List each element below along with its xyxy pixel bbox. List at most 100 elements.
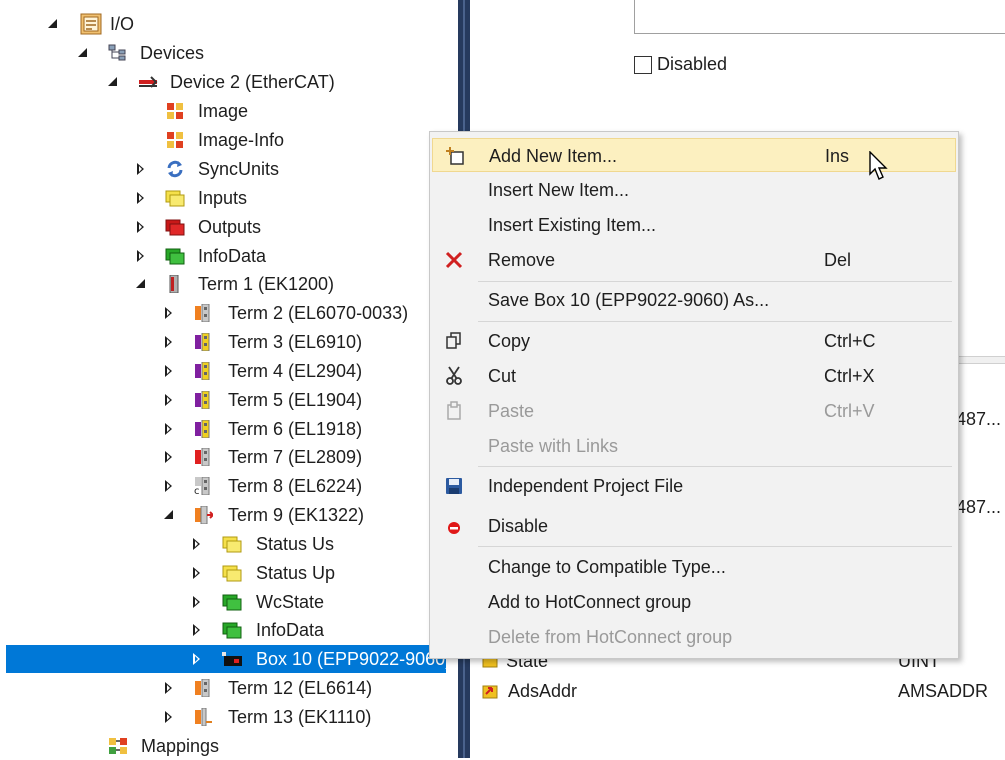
menu-item-shortcut: Ins: [825, 146, 850, 166]
tree-item-label: InfoData: [256, 620, 325, 640]
menu-item-label: Insert Existing Item...: [488, 215, 657, 235]
tree-item-mappings[interactable]: Mappings: [0, 732, 458, 760]
collapse-arrow-icon[interactable]: [134, 270, 148, 298]
disabled-checkbox-label: Disabled: [657, 54, 728, 74]
expand-arrow-icon[interactable]: [134, 155, 148, 183]
menu-item-add-hotconnect[interactable]: Add to HotConnect group: [432, 585, 956, 619]
box-icon: [222, 652, 242, 666]
expand-arrow-icon[interactable]: [134, 184, 148, 212]
terminal-comm-icon: c: [194, 477, 210, 495]
tree-item-term-2[interactable]: Term 2 (EL6070-0033): [0, 299, 458, 327]
expand-arrow-icon[interactable]: [190, 616, 204, 644]
expand-arrow-icon[interactable]: [162, 443, 176, 471]
expand-arrow-icon[interactable]: [190, 559, 204, 587]
tree-item-image-info[interactable]: Image-Info: [0, 126, 458, 154]
save-disk-icon: [446, 478, 462, 494]
expand-arrow-icon[interactable]: [162, 415, 176, 443]
expand-arrow-icon[interactable]: [162, 328, 176, 356]
expand-arrow-icon[interactable]: [190, 588, 204, 616]
tree-item-device-2[interactable]: Device 2 (EtherCAT): [0, 68, 458, 96]
menu-item-copy[interactable]: Copy Ctrl+C: [432, 324, 956, 358]
expand-arrow-icon[interactable]: [162, 674, 176, 702]
expand-arrow-icon[interactable]: [162, 703, 176, 731]
tree-item-label: Term 6 (EL1918): [228, 419, 363, 439]
tree-item-label: Mappings: [141, 736, 220, 756]
menu-item-independent-project-file[interactable]: Independent Project File: [432, 469, 956, 503]
menu-item-label: Insert New Item...: [488, 180, 630, 200]
description-textbox[interactable]: [634, 0, 1005, 34]
menu-item-shortcut: Ctrl+X: [824, 366, 875, 386]
scissors-icon: [446, 366, 462, 385]
expand-arrow-icon[interactable]: [134, 242, 148, 270]
tree-item-infodata-sub[interactable]: InfoData: [0, 616, 458, 644]
menu-item-label: Add New Item...: [489, 146, 618, 166]
infodata-folder-icon: [222, 622, 242, 639]
tree-item-term-8[interactable]: c Term 8 (EL6224): [0, 472, 458, 500]
tree-item-inputs[interactable]: Inputs: [0, 184, 458, 212]
tree-item-term-13[interactable]: Term 13 (EK1110): [0, 703, 458, 731]
menu-separator: [478, 321, 952, 322]
menu-item-insert-existing-item[interactable]: Insert Existing Item...: [432, 208, 956, 242]
disabled-checkbox[interactable]: [634, 56, 652, 74]
image-info-icon: [167, 132, 183, 148]
solution-tree: I/O Devices Device 2 (EtherCAT) Image Im…: [0, 0, 458, 758]
menu-item-save-box-as[interactable]: Save Box 10 (EPP9022-9060) As...: [432, 283, 956, 317]
infodata-folder-icon: [165, 248, 185, 265]
tree-item-term-1[interactable]: Term 1 (EK1200): [0, 270, 458, 298]
image-icon: [167, 103, 183, 119]
expand-arrow-icon[interactable]: [134, 213, 148, 241]
ethercat-extension-icon: [195, 506, 213, 524]
tree-item-status-up[interactable]: Status Up: [0, 559, 458, 587]
collapse-arrow-icon[interactable]: [162, 501, 176, 529]
expand-arrow-icon[interactable]: [162, 472, 176, 500]
tree-item-box-10[interactable]: Box 10 (EPP9022-9060): [6, 645, 451, 673]
tree-item-image[interactable]: Image: [0, 97, 458, 125]
tree-item-infodata[interactable]: InfoData: [0, 242, 458, 270]
io-folder-icon: [80, 13, 102, 35]
menu-item-paste[interactable]: Paste Ctrl+V: [432, 394, 956, 428]
expand-arrow-icon[interactable]: [162, 386, 176, 414]
mouse-cursor-icon: [869, 151, 888, 180]
mappings-icon: [109, 738, 127, 754]
menu-item-remove[interactable]: Remove Del: [432, 243, 956, 277]
tree-item-outputs[interactable]: Outputs: [0, 213, 458, 241]
tree-item-term-5[interactable]: Term 5 (EL1904): [0, 386, 458, 414]
tree-item-label: Device 2 (EtherCAT): [170, 72, 335, 92]
tree-item-status-us[interactable]: Status Us: [0, 530, 458, 558]
menu-item-label: Paste with Links: [488, 436, 619, 456]
terminal-purple-icon: [195, 333, 210, 351]
menu-item-disable[interactable]: Disable: [432, 509, 956, 543]
menu-item-label: Copy: [488, 331, 531, 351]
tree-item-devices[interactable]: Devices: [0, 39, 458, 67]
tree-item-term-12[interactable]: Term 12 (EL6614): [0, 674, 458, 702]
expand-arrow-icon[interactable]: [162, 357, 176, 385]
menu-item-paste-with-links[interactable]: Paste with Links: [432, 429, 956, 463]
tree-item-wcstate[interactable]: WcState: [0, 588, 458, 616]
collapse-arrow-icon[interactable]: [46, 10, 60, 38]
tree-item-syncunits[interactable]: SyncUnits: [0, 155, 458, 183]
tree-item-term-7[interactable]: Term 7 (EL2809): [0, 443, 458, 471]
tree-item-label: Term 3 (EL6910): [228, 332, 363, 352]
tree-item-term-9[interactable]: Term 9 (EK1322): [0, 501, 458, 529]
disable-icon: [448, 522, 460, 534]
collapse-arrow-icon[interactable]: [106, 68, 120, 96]
tree-item-term-4[interactable]: Term 4 (EL2904): [0, 357, 458, 385]
context-menu: Add New Item... Ins Insert New Item... I…: [429, 131, 959, 659]
menu-item-cut[interactable]: Cut Ctrl+X: [432, 359, 956, 393]
menu-item-shortcut: Ctrl+V: [824, 401, 875, 421]
expand-arrow-icon[interactable]: [190, 645, 204, 673]
tree-item-label: Term 4 (EL2904): [228, 361, 363, 381]
tree-item-term-6[interactable]: Term 6 (EL1918): [0, 415, 458, 443]
expand-arrow-icon[interactable]: [162, 299, 176, 327]
expand-arrow-icon[interactable]: [190, 530, 204, 558]
tree-item-label: Term 1 (EK1200): [198, 274, 335, 294]
tree-item-term-3[interactable]: Term 3 (EL6910): [0, 328, 458, 356]
menu-item-delete-hotconnect[interactable]: Delete from HotConnect group: [432, 620, 956, 654]
menu-item-label: Paste: [488, 401, 535, 421]
tree-item-io[interactable]: I/O: [0, 10, 458, 38]
tree-item-label: Term 7 (EL2809): [228, 447, 363, 467]
menu-item-shortcut: Del: [824, 250, 852, 270]
menu-item-label: Save Box 10 (EPP9022-9060) As...: [488, 290, 770, 310]
collapse-arrow-icon[interactable]: [76, 39, 90, 67]
menu-item-change-compatible-type[interactable]: Change to Compatible Type...: [432, 550, 956, 584]
